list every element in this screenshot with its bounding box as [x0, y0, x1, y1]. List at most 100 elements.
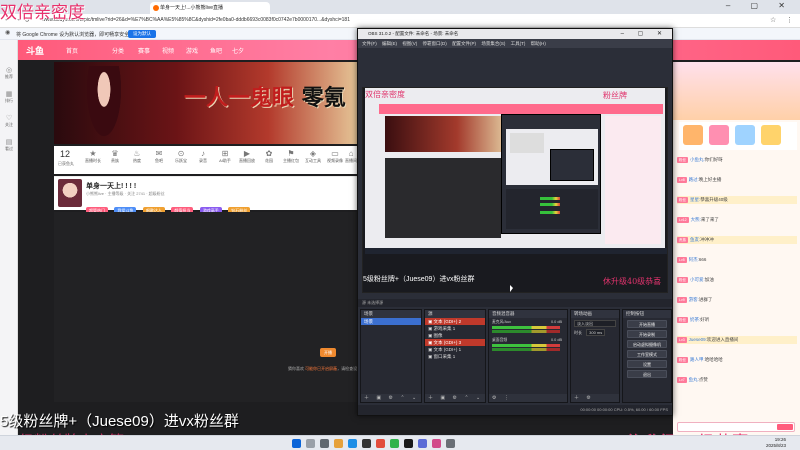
- rail-item-history[interactable]: ▤ 看过: [1, 138, 17, 152]
- app-icon[interactable]: [418, 439, 427, 448]
- menu-view[interactable]: 视图(V): [402, 41, 417, 46]
- mixer-channel-desktop[interactable]: 桌面音频 0.0 dB: [492, 338, 564, 354]
- volume-meter: [492, 344, 560, 347]
- address-input[interactable]: www.douyu.com/topic/tmlive?rid=26&d=%E7%…: [42, 17, 350, 23]
- sources-toolbar[interactable]: ＋ ▣ ⚙ ⌃ ⌄: [425, 394, 485, 402]
- source-item[interactable]: ▣ 文本 (GDI+) 1: [425, 346, 485, 353]
- chat-username[interactable]: 小鱼丸:: [690, 157, 705, 162]
- window-controls[interactable]: – ▢ ✕: [726, 1, 794, 10]
- start-recording-button[interactable]: 开始录制: [627, 330, 667, 338]
- start-streaming-button[interactable]: 开始直播: [627, 320, 667, 328]
- tool-label: AI助手: [219, 158, 231, 163]
- chat-username[interactable]: 星星:: [690, 197, 700, 202]
- nav-qixi[interactable]: 七夕: [232, 46, 244, 55]
- duration-row: 时长 300 ms: [574, 329, 616, 336]
- rail-item-rank[interactable]: ▦ 排行: [1, 90, 17, 104]
- virtual-camera-button[interactable]: 启动虚拟摄像机: [627, 340, 667, 348]
- app-icon[interactable]: [432, 439, 441, 448]
- chat-username[interactable]: 游客:: [689, 297, 699, 302]
- nav-fishbar[interactable]: 鱼吧: [210, 46, 222, 55]
- start-icon[interactable]: [292, 439, 301, 448]
- obs-icon[interactable]: [362, 439, 371, 448]
- search-icon[interactable]: [306, 439, 315, 448]
- chat-username[interactable]: 奶茶:: [690, 317, 700, 322]
- site-logo[interactable]: 斗鱼: [26, 44, 44, 57]
- event-banner[interactable]: 一人一鬼眼 零氪: [54, 62, 360, 144]
- chat-username[interactable]: 大熊:: [691, 217, 701, 222]
- gift-icon[interactable]: [709, 125, 729, 145]
- chat-username[interactable]: 鱼友:: [690, 237, 700, 242]
- menu-tools[interactable]: 工具(T): [511, 41, 526, 46]
- duration-input[interactable]: 300 ms: [586, 329, 606, 336]
- set-default-button[interactable]: 设为默认: [128, 30, 156, 38]
- nav-games[interactable]: 游戏: [186, 46, 198, 55]
- source-item[interactable]: ▣ 文本 (GDI+) 2: [425, 318, 485, 325]
- video-player[interactable]: [54, 212, 360, 402]
- file-explorer-icon[interactable]: [334, 439, 343, 448]
- source-item[interactable]: ▣ 窗口采集 1: [425, 353, 485, 360]
- chat-username[interactable]: 路人甲:: [690, 357, 705, 362]
- host-avatar[interactable]: [58, 179, 82, 207]
- menu-dots-icon[interactable]: ⋮: [786, 16, 793, 24]
- gift-icon[interactable]: [683, 125, 703, 145]
- volume-fader[interactable]: [492, 348, 560, 351]
- banner-character-image: [84, 66, 124, 144]
- chat-badge: Lv12: [677, 216, 689, 223]
- obs-preview[interactable]: 双倍亲密度 粉丝牌 5级粉丝牌+（Juese09）进vx粉丝群 休升级40级恭喜: [362, 87, 668, 293]
- preview-meter: [540, 211, 560, 214]
- recommend-icon: ◎: [5, 67, 13, 74]
- scene-item[interactable]: 场景: [361, 318, 421, 325]
- source-item[interactable]: ▣ 游戏采集 1: [425, 325, 485, 332]
- wechat-icon[interactable]: [390, 439, 399, 448]
- transition-type-select[interactable]: 淡入淡出: [574, 320, 616, 327]
- gift-icon[interactable]: [735, 125, 755, 145]
- rail-item-recommend[interactable]: ◎ 推荐: [1, 66, 17, 80]
- scenes-toolbar[interactable]: ＋ ▣ ⚙ ⌃ ⌄: [361, 394, 421, 402]
- preview-nested-capture: [506, 129, 598, 185]
- mixer-toolbar[interactable]: ⚙ ⋮: [489, 394, 567, 402]
- rail-item-follow[interactable]: ♡ 关注: [1, 114, 17, 128]
- start-live-button[interactable]: 开播: [320, 348, 336, 357]
- settings-button[interactable]: 设置: [627, 360, 667, 368]
- app-icon[interactable]: [446, 439, 455, 448]
- menu-profile[interactable]: 配置文件(P): [452, 41, 476, 46]
- bookmark-star-icon[interactable]: ☆: [770, 16, 776, 24]
- menu-edit[interactable]: 编辑(E): [382, 41, 397, 46]
- system-clock[interactable]: 19:26 2025/8/23: [766, 437, 786, 449]
- notice-link[interactable]: 可能你已开启屏蔽: [305, 366, 337, 371]
- gift-icon[interactable]: [761, 125, 781, 145]
- menu-scene-collection[interactable]: 场景集合(S): [481, 41, 505, 46]
- nav-events[interactable]: 赛事: [138, 46, 150, 55]
- task-view-icon[interactable]: [320, 439, 329, 448]
- exit-button[interactable]: 退出: [627, 370, 667, 378]
- nav-home[interactable]: 首页: [66, 46, 78, 55]
- chrome-icon[interactable]: [376, 439, 385, 448]
- chat-text: 666: [698, 257, 707, 262]
- nav-video[interactable]: 视频: [162, 46, 174, 55]
- mixer-channel-mic[interactable]: 麦克风/Aux 0.0 dB: [492, 320, 564, 336]
- chat-promo-banner[interactable]: [673, 62, 800, 120]
- chat-send-button[interactable]: [777, 424, 793, 430]
- overlay-top-left: 双倍亲密度: [0, 3, 85, 23]
- chat-username[interactable]: 小可爱:: [690, 277, 705, 282]
- edge-icon[interactable]: [348, 439, 357, 448]
- chat-username[interactable]: Juese09:: [689, 337, 707, 342]
- chat-username[interactable]: 路过:: [689, 177, 699, 182]
- source-item[interactable]: ▣ 文本 (GDI+) 3: [425, 339, 485, 346]
- room-title: 单身一天上! ! ! !: [86, 183, 137, 190]
- menu-help[interactable]: 帮助(H): [531, 41, 546, 46]
- source-item[interactable]: ▣ 图像: [425, 332, 485, 339]
- volume-fader[interactable]: [492, 330, 560, 333]
- transitions-toolbar[interactable]: ＋ ⚙: [571, 394, 619, 402]
- studio-mode-button[interactable]: 工作室模式: [627, 350, 667, 358]
- browser-tab[interactable]: 单身一天上!...小熊熊live直播: [150, 2, 270, 14]
- infobar-text: 将 Google Chrome 设为默认浏览器，即可畅享安全浏览: [16, 32, 140, 38]
- menu-file[interactable]: 文件(F): [362, 41, 377, 46]
- obs-window-controls[interactable]: – ▢ ✕: [621, 29, 668, 39]
- chat-username[interactable]: 鱼丸:: [689, 377, 699, 382]
- menu-docks[interactable]: 停靠窗口(D): [423, 41, 447, 46]
- steam-icon[interactable]: [404, 439, 413, 448]
- chat-username[interactable]: 阿杰:: [689, 257, 699, 262]
- nav-category[interactable]: 分类: [112, 46, 124, 55]
- banner-title-main: 一人一鬼眼: [184, 85, 295, 111]
